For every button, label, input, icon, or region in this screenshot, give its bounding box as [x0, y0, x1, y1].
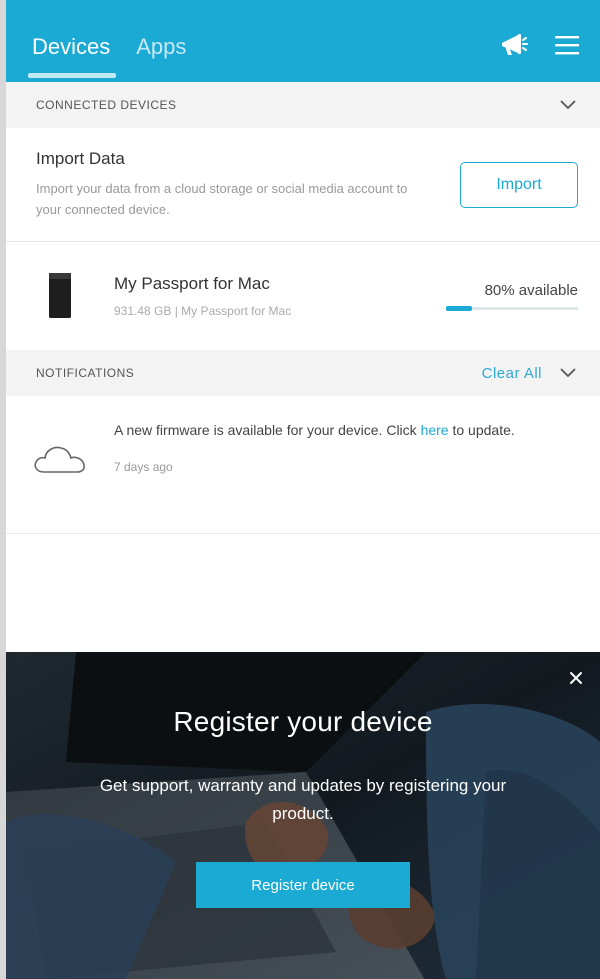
tab-devices[interactable]: Devices — [27, 34, 117, 82]
device-row[interactable]: My Passport for Mac 931.48 GB | My Passp… — [6, 242, 600, 350]
device-storage: 80% available — [438, 282, 578, 311]
app-window: Devices Apps CONNECTED DEVICES Import Da… — [0, 0, 600, 979]
import-title: Import Data — [36, 148, 125, 168]
notification-item: A new firmware is available for your dev… — [6, 396, 600, 534]
device-name: My Passport for Mac — [114, 274, 270, 293]
import-data-row: Import Data Import your data from a clou… — [6, 128, 600, 242]
notification-link-here[interactable]: here — [421, 422, 449, 438]
notification-text-after: to update. — [448, 422, 515, 438]
banner-content: Register your device Get support, warran… — [6, 652, 600, 909]
notification-body: A new firmware is available for your dev… — [114, 420, 578, 533]
register-device-button[interactable]: Register device — [196, 862, 410, 909]
storage-bar — [446, 306, 578, 311]
notifications-header: NOTIFICATIONS Clear All — [6, 350, 600, 396]
device-subtitle: 931.48 GB | My Passport for Mac — [114, 304, 292, 318]
device-info: My Passport for Mac 931.48 GB | My Passp… — [114, 274, 438, 318]
chevron-down-icon[interactable] — [558, 363, 578, 383]
header-actions — [496, 28, 584, 62]
banner-subtitle: Get support, warranty and updates by reg… — [99, 776, 507, 824]
cloud-icon — [30, 438, 90, 478]
storage-bar-fill — [446, 306, 473, 311]
clear-all-link[interactable]: Clear All — [482, 365, 542, 382]
notification-text-before: A new firmware is available for your dev… — [114, 422, 421, 438]
connected-devices-header[interactable]: CONNECTED DEVICES — [6, 82, 600, 128]
notification-text: A new firmware is available for your dev… — [114, 420, 578, 442]
hard-drive-icon — [40, 271, 80, 321]
hamburger-menu-icon[interactable] — [550, 28, 584, 62]
notification-timestamp: 7 days ago — [114, 459, 173, 474]
section-title: CONNECTED DEVICES — [36, 98, 177, 112]
tab-apps[interactable]: Apps — [136, 34, 186, 82]
register-banner: Register your device Get support, warran… — [6, 652, 600, 979]
section-title: NOTIFICATIONS — [36, 366, 135, 380]
storage-available-text: 80% available — [484, 282, 578, 299]
import-text: Import Data Import your data from a clou… — [36, 149, 460, 221]
import-button[interactable]: Import — [460, 161, 578, 208]
banner-title: Register your device — [173, 706, 433, 737]
megaphone-icon[interactable] — [496, 28, 530, 62]
import-description: Import your data from a cloud storage or… — [36, 180, 408, 217]
top-header: Devices Apps — [6, 0, 600, 82]
chevron-down-icon[interactable] — [558, 95, 578, 115]
